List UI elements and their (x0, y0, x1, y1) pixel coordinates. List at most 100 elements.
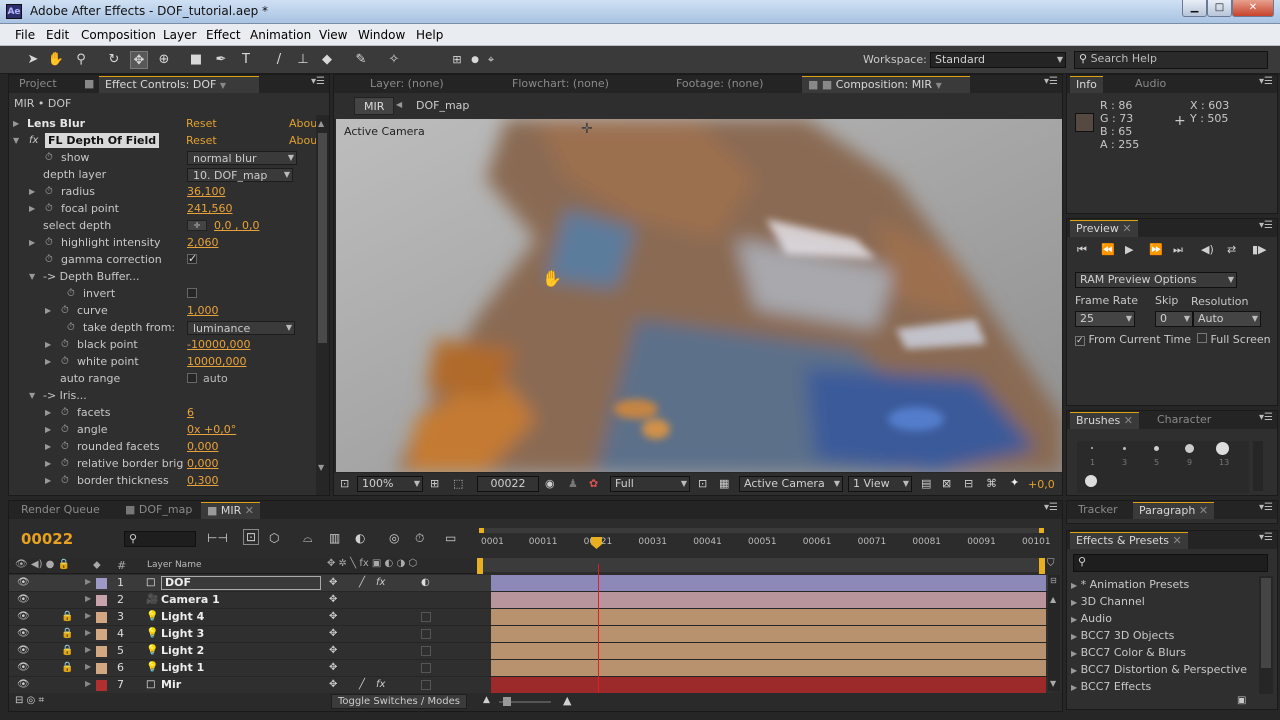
layer-label-color[interactable] (96, 646, 107, 657)
zoom-tool-icon[interactable]: ⚲ (72, 51, 90, 69)
lock-icon[interactable]: 🔒 (61, 645, 73, 656)
play-icon[interactable]: ▶ (1125, 243, 1133, 256)
effect-property-row[interactable]: ⏱ take depth from: luminance ▼ (9, 319, 314, 336)
view-axis-icon[interactable]: ⌖ (482, 51, 500, 69)
stopwatch-icon[interactable]: ⏱ (61, 455, 69, 472)
twirl-closed-icon[interactable]: ▶ (85, 645, 91, 654)
eye-icon[interactable]: 👁 (17, 577, 30, 588)
tab-audio[interactable]: Audio (1129, 76, 1172, 93)
effect-property-row[interactable]: ▶ ⏱ relative border brig 0,000 (9, 455, 314, 472)
breadcrumb-dof-map[interactable]: DOF_map (416, 99, 469, 112)
tab-composition[interactable]: ■ ■ Composition: MIR ▼ (802, 76, 970, 93)
layer-name[interactable]: Light 1 (161, 661, 204, 674)
stopwatch-icon[interactable]: ⏱ (45, 183, 53, 200)
twirl-closed-icon[interactable]: ▶ (85, 577, 91, 586)
scroll-up-icon[interactable]: ▲ (318, 119, 324, 128)
stopwatch-icon[interactable]: ⏱ (45, 251, 53, 268)
selection-tool-icon[interactable]: ➤ (24, 51, 42, 69)
rectangle-tool-icon[interactable]: ■ (187, 51, 205, 69)
layer-name[interactable]: Light 4 (161, 610, 204, 623)
comp-marker-bin-icon[interactable]: ⛉ (1047, 558, 1055, 569)
stopwatch-icon[interactable]: ⏱ (45, 200, 53, 217)
tab-layer[interactable]: Layer: (none) (364, 76, 450, 93)
property-value[interactable]: 1,000 (187, 302, 219, 319)
shy-switch-icon[interactable]: ✥ (329, 628, 337, 639)
shy-switch-icon[interactable]: ✥ (329, 645, 337, 656)
twirl-closed-icon[interactable]: ▶ (45, 438, 51, 455)
panel-menu-icon[interactable]: ▾☰ (311, 76, 325, 87)
twirl-closed-icon[interactable]: ▶ (29, 183, 35, 200)
stopwatch-icon[interactable]: ⏱ (67, 319, 75, 336)
brainstorm-icon[interactable]: ◎ (389, 531, 399, 545)
stopwatch-icon[interactable]: ⏱ (61, 336, 69, 353)
rotate-tool-icon[interactable]: ↻ (105, 51, 123, 69)
effect-property-row[interactable]: ▼ -> Iris... (9, 387, 314, 404)
work-area-start-handle[interactable] (479, 528, 484, 533)
twirl-closed-icon[interactable]: ▶ (1071, 615, 1077, 624)
last-frame-icon[interactable]: ⏭ (1173, 243, 1183, 257)
reset-link[interactable]: Reset (186, 132, 217, 149)
stopwatch-icon[interactable]: ⏱ (67, 285, 75, 302)
timeline-layer-row[interactable]: 👁 🔒 ▶ 3 💡 Light 4 ✥ (9, 609, 1054, 626)
ram-preview-options-select[interactable]: RAM Preview Options ▼ (1075, 272, 1237, 288)
minimize-button[interactable]: ▁ (1182, 0, 1207, 17)
brushes-scrollbar[interactable] (1253, 441, 1263, 491)
effects-category-item[interactable]: ▶ BCC7 Distortion & Perspective (1071, 661, 1247, 678)
flowchart-icon[interactable]: ⌘ (986, 477, 997, 490)
twirl-closed-icon[interactable]: ▶ (1071, 683, 1077, 692)
effect-property-row[interactable]: ⏱ invert (9, 285, 314, 302)
graph-editor-icon[interactable]: ▭ (445, 531, 456, 545)
show-snapshot-icon[interactable]: ♟ (568, 477, 578, 490)
tab-project[interactable]: Project (13, 76, 63, 93)
twirl-closed-icon[interactable]: ▶ (85, 594, 91, 603)
effect-property-row[interactable]: ▶ ⏱ white point 10000,000 (9, 353, 314, 370)
effects-scrollbar[interactable] (1259, 576, 1273, 694)
layer-name[interactable]: DOF (161, 576, 321, 590)
tab-tracker[interactable]: Tracker (1072, 502, 1124, 519)
maximize-button[interactable]: □ (1207, 0, 1232, 17)
zoom-in-icon[interactable]: ▲ (563, 694, 571, 707)
scrollbar-thumb[interactable] (318, 133, 327, 343)
tab-render-queue[interactable]: Render Queue (15, 502, 106, 519)
previous-frame-icon[interactable]: ⏪ (1101, 243, 1115, 256)
transparency-grid-icon[interactable]: ▦ (719, 477, 729, 490)
motion-blur-icon[interactable]: ◐ (355, 531, 365, 545)
twirl-closed-icon[interactable]: ▶ (29, 234, 35, 251)
panel-menu-icon[interactable]: ▾☰ (1259, 412, 1273, 423)
snapshot-camera-icon[interactable]: ◉ (545, 477, 555, 490)
axis-mode-icon[interactable]: ⊞ (448, 51, 466, 69)
timeline-zoom-thumb[interactable] (503, 697, 511, 706)
layer-duration-bar[interactable] (491, 592, 1046, 608)
layer-name-column-header[interactable]: Layer Name (147, 560, 202, 570)
twirl-closed-icon[interactable]: ▶ (13, 115, 19, 132)
tab-paragraph[interactable]: Paragraph ✕ (1133, 502, 1215, 519)
layer-label-color[interactable] (96, 595, 107, 606)
layer-label-color[interactable] (96, 663, 107, 674)
stopwatch-icon[interactable]: ⏱ (61, 353, 69, 370)
twirl-closed-icon[interactable]: ▶ (29, 200, 35, 217)
brush-dot-9[interactable] (1185, 444, 1194, 453)
exposure-value[interactable]: +0,0 (1028, 478, 1055, 491)
layer-duration-bar[interactable] (491, 609, 1046, 625)
lock-icon[interactable]: 🔒 (61, 611, 73, 622)
3d-switch-box[interactable] (421, 629, 431, 639)
3d-switch-box[interactable] (421, 663, 431, 673)
brush-dot-13[interactable] (1216, 442, 1229, 455)
playhead-handle[interactable] (591, 537, 602, 549)
twirl-closed-icon[interactable]: ▶ (1071, 649, 1077, 658)
fx-toggle-icon[interactable]: fx (29, 132, 38, 149)
effect-property-row[interactable]: auto range auto (9, 370, 314, 387)
stopwatch-icon[interactable]: ⏱ (61, 438, 69, 455)
clone-stamp-tool-icon[interactable]: ⊥ (294, 51, 312, 69)
frame-rate-select[interactable]: 25 ▼ (1075, 311, 1135, 327)
effect-property-row[interactable]: select depth ✛ 0,0 , 0,0 (9, 217, 314, 234)
timeline-search-input[interactable]: ⚲ (124, 531, 196, 547)
timeline-layer-row[interactable]: 👁 🔒 ▶ 5 💡 Light 2 ✥ (9, 643, 1054, 660)
twirl-open-icon[interactable]: ▼ (13, 132, 19, 149)
property-value[interactable]: 6 (187, 404, 194, 421)
puppet-tool-icon[interactable]: ✧ (385, 51, 403, 69)
mask-visibility-icon[interactable]: ⬚ (453, 477, 463, 490)
work-area-bar[interactable] (479, 528, 1044, 533)
stopwatch-icon[interactable]: ⏱ (61, 404, 69, 421)
auto-keyframe-icon[interactable]: ⏱ (415, 531, 424, 546)
